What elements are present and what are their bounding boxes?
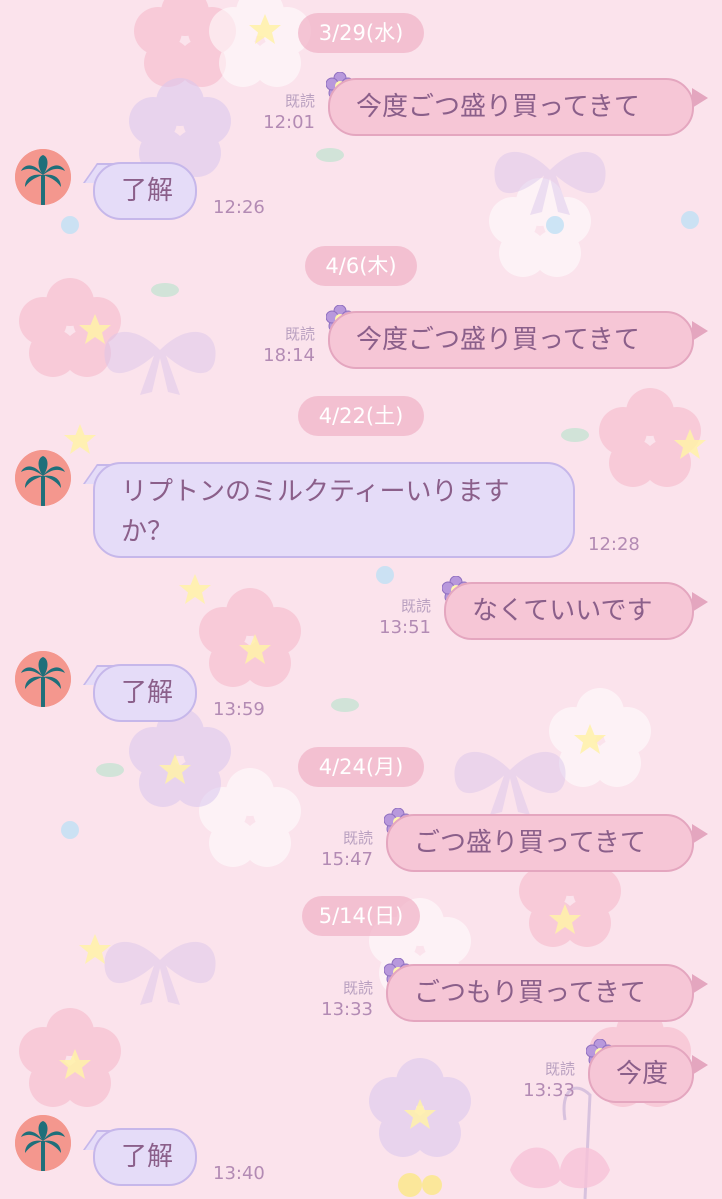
read-receipt: 既読	[342, 979, 373, 997]
incoming-message-bubble[interactable]: リプトンのミルクティーいりますか？	[93, 462, 575, 558]
date-separator: 4/22(土)	[298, 396, 424, 436]
read-receipt: 既読	[342, 829, 373, 847]
message-time: 13:40	[213, 1163, 265, 1184]
incoming-message-bubble[interactable]: 了解	[93, 162, 197, 220]
message-time: 13:59	[213, 699, 265, 720]
palm-tree-icon[interactable]	[15, 1115, 71, 1171]
chat-timeline[interactable]: 3/29(水) 4/6(木) 4/22(土) 4/24(月) 5/14(日) 既…	[0, 0, 722, 1199]
outgoing-message-bubble[interactable]: ごつもり買ってきて	[386, 964, 694, 1022]
message-time: 13:33	[321, 999, 373, 1020]
message-meta: 既読 13:33	[510, 1058, 575, 1102]
message-time: 12:01	[263, 112, 315, 133]
outgoing-message-bubble[interactable]: なくていいです	[444, 582, 694, 640]
message-meta: 既読 18:14	[250, 323, 315, 367]
message-time: 13:33	[523, 1080, 575, 1101]
bubble-tail	[692, 321, 708, 341]
date-separator: 3/29(水)	[298, 13, 424, 53]
outgoing-message-bubble[interactable]: 今度ごつ盛り買ってきて	[328, 78, 694, 136]
read-receipt: 既読	[400, 597, 431, 615]
bubble-tail	[692, 88, 708, 108]
palm-tree-icon[interactable]	[15, 450, 71, 506]
read-receipt: 既読	[284, 92, 315, 110]
outgoing-message-bubble[interactable]: 今度	[588, 1045, 694, 1103]
message-time: 15:47	[321, 849, 373, 870]
message-meta: 既読 13:33	[308, 977, 373, 1021]
message-time: 13:51	[379, 617, 431, 638]
read-receipt: 既読	[544, 1060, 575, 1078]
incoming-message-bubble[interactable]: 了解	[93, 664, 197, 722]
message-meta: 既読 15:47	[308, 827, 373, 871]
bubble-tail	[692, 974, 708, 994]
message-meta: 既読 13:51	[366, 595, 431, 639]
date-separator: 5/14(日)	[302, 896, 420, 936]
bubble-tail	[692, 592, 708, 612]
message-time: 12:28	[588, 534, 640, 555]
date-separator: 4/6(木)	[305, 246, 417, 286]
incoming-message-bubble[interactable]: 了解	[93, 1128, 197, 1186]
bubble-tail	[692, 1055, 708, 1075]
message-meta: 既読 12:01	[250, 90, 315, 134]
date-separator: 4/24(月)	[298, 747, 424, 787]
message-time: 18:14	[263, 345, 315, 366]
outgoing-message-bubble[interactable]: ごつ盛り買ってきて	[386, 814, 694, 872]
outgoing-message-bubble[interactable]: 今度ごつ盛り買ってきて	[328, 311, 694, 369]
palm-tree-icon[interactable]	[15, 149, 71, 205]
palm-tree-icon[interactable]	[15, 651, 71, 707]
bubble-tail	[692, 824, 708, 844]
message-time: 12:26	[213, 197, 265, 218]
read-receipt: 既読	[284, 325, 315, 343]
